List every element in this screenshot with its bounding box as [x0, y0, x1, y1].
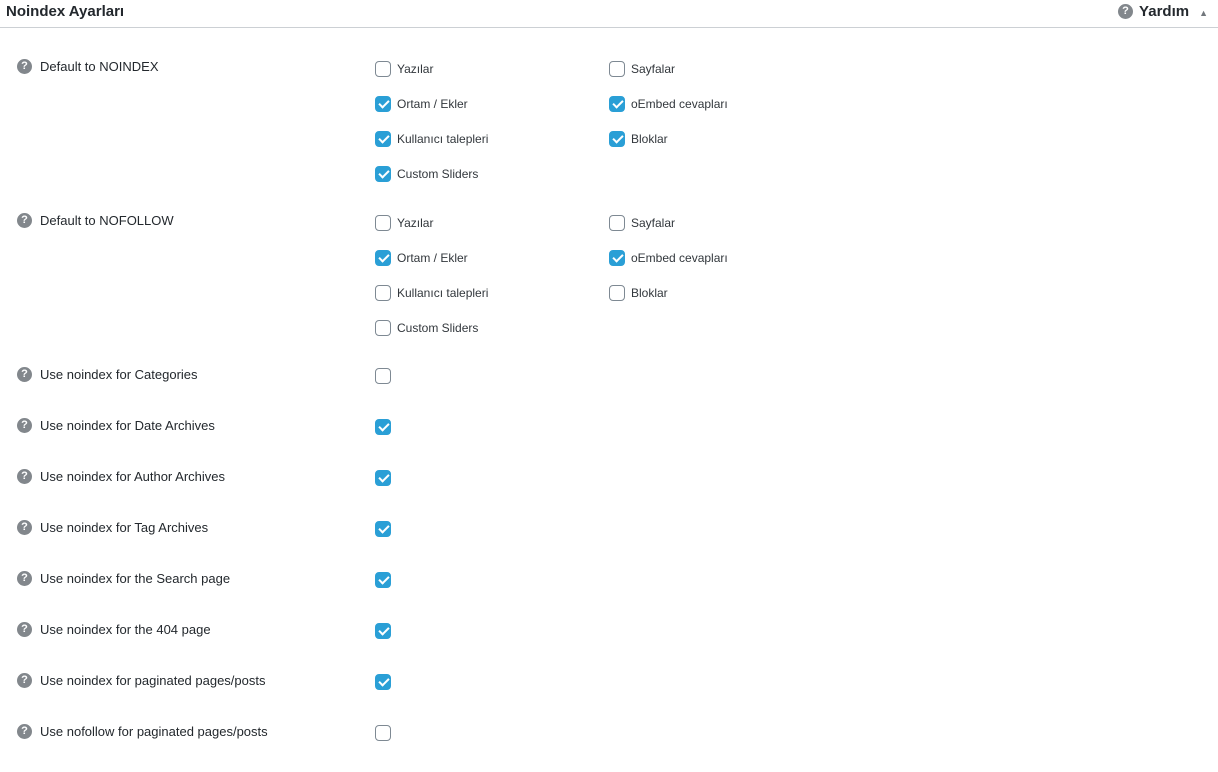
setting-checkbox[interactable]	[375, 521, 391, 537]
noindex-checkbox[interactable]	[375, 96, 391, 112]
setting-label: ? Use noindex for the 404 page	[17, 622, 211, 637]
question-circle-icon: ?	[1118, 4, 1134, 19]
panel-header: Noindex Ayarları ? Yardım ▲	[0, 0, 1218, 28]
setting-label: ? Use noindex for the Search page	[17, 571, 230, 586]
setting-label-text: Use nofollow for paginated pages/posts	[40, 724, 268, 739]
noindex-option-label: Sayfalar	[631, 62, 676, 76]
setting-label-text: Use noindex for the Search page	[40, 571, 231, 586]
nofollow-option-label: Kullanıcı talepleri	[397, 286, 489, 300]
setting-checkbox[interactable]	[375, 725, 391, 741]
setting-label: ? Use noindex for Date Archives	[17, 418, 215, 433]
setting-label: ? Use noindex for Categories	[17, 367, 198, 382]
noindex-option-label: Kullanıcı talepleri	[397, 132, 489, 146]
question-circle-icon[interactable]: ?	[17, 59, 32, 74]
setting-checkbox[interactable]	[375, 623, 391, 639]
nofollow-option[interactable]: Sayfalar	[609, 215, 675, 231]
nofollow-option[interactable]: Yazılar	[375, 215, 433, 231]
setting-label-text: Use noindex for Tag Archives	[40, 520, 209, 535]
noindex-group-text: Default to NOINDEX	[40, 59, 159, 74]
nofollow-checkbox[interactable]	[609, 215, 625, 231]
nofollow-checkbox[interactable]	[375, 320, 391, 336]
triangle-up-icon[interactable]: ▲	[1199, 8, 1208, 18]
nofollow-option-label: Yazılar	[397, 216, 434, 230]
noindex-option-label: Ortam / Ekler	[397, 97, 468, 111]
setting-checkbox[interactable]	[375, 674, 391, 690]
setting-label: ? Use noindex for Tag Archives	[17, 520, 208, 535]
nofollow-option-label: Bloklar	[631, 286, 668, 300]
question-circle-icon[interactable]: ?	[17, 213, 32, 228]
nofollow-group-label: ? Default to NOFOLLOW	[17, 213, 174, 228]
nofollow-option[interactable]: oEmbed cevapları	[609, 250, 728, 266]
nofollow-checkbox[interactable]	[609, 250, 625, 266]
noindex-option-label: Yazılar	[397, 62, 434, 76]
nofollow-checkbox[interactable]	[375, 215, 391, 231]
question-circle-icon[interactable]: ?	[17, 724, 32, 739]
setting-label: ? Use noindex for paginated pages/posts	[17, 673, 266, 688]
setting-label: ? Use noindex for Author Archives	[17, 469, 225, 484]
nofollow-option-label: Sayfalar	[631, 216, 676, 230]
setting-checkbox[interactable]	[375, 572, 391, 588]
question-circle-icon[interactable]: ?	[17, 418, 32, 433]
noindex-option[interactable]: oEmbed cevapları	[609, 96, 728, 112]
help-label: Yardım	[1139, 3, 1190, 20]
setting-label-text: Use noindex for Date Archives	[40, 418, 215, 433]
setting-label-text: Use noindex for Author Archives	[40, 469, 225, 484]
noindex-option-label: oEmbed cevapları	[631, 97, 728, 111]
setting-checkbox[interactable]	[375, 470, 391, 486]
setting-label-text: Use noindex for the 404 page	[40, 622, 211, 637]
question-circle-icon[interactable]: ?	[17, 469, 32, 484]
noindex-option-label: Custom Sliders	[397, 167, 479, 181]
noindex-checkbox[interactable]	[375, 61, 391, 77]
nofollow-option-label: oEmbed cevapları	[631, 251, 728, 265]
setting-label-text: Use noindex for Categories	[40, 367, 198, 382]
nofollow-option[interactable]: Kullanıcı talepleri	[375, 285, 488, 301]
noindex-checkbox[interactable]	[609, 96, 625, 112]
setting-label-text: Use noindex for paginated pages/posts	[40, 673, 266, 688]
question-circle-icon[interactable]: ?	[17, 673, 32, 688]
nofollow-group-text: Default to NOFOLLOW	[40, 213, 174, 228]
noindex-option[interactable]: Bloklar	[609, 131, 668, 147]
nofollow-option-label: Custom Sliders	[397, 321, 479, 335]
question-circle-icon[interactable]: ?	[17, 367, 32, 382]
noindex-option[interactable]: Kullanıcı talepleri	[375, 131, 488, 147]
setting-label: ? Use nofollow for paginated pages/posts	[17, 724, 268, 739]
nofollow-option-label: Ortam / Ekler	[397, 251, 468, 265]
nofollow-option[interactable]: Bloklar	[609, 285, 668, 301]
help-toggle-button[interactable]: ? Yardım ▲	[1118, 3, 1208, 20]
noindex-option[interactable]: Sayfalar	[609, 61, 675, 77]
nofollow-checkbox[interactable]	[609, 285, 625, 301]
noindex-group-label: ? Default to NOINDEX	[17, 59, 159, 74]
setting-checkbox[interactable]	[375, 419, 391, 435]
nofollow-checkbox[interactable]	[375, 285, 391, 301]
question-circle-icon[interactable]: ?	[17, 571, 32, 586]
noindex-checkbox[interactable]	[609, 131, 625, 147]
nofollow-checkbox[interactable]	[375, 250, 391, 266]
panel-title: Noindex Ayarları	[6, 3, 125, 20]
noindex-option[interactable]: Yazılar	[375, 61, 433, 77]
nofollow-option[interactable]: Ortam / Ekler	[375, 250, 468, 266]
question-circle-icon[interactable]: ?	[17, 622, 32, 637]
noindex-checkbox[interactable]	[609, 61, 625, 77]
noindex-option[interactable]: Ortam / Ekler	[375, 96, 468, 112]
nofollow-option[interactable]: Custom Sliders	[375, 320, 478, 336]
noindex-option-label: Bloklar	[631, 132, 668, 146]
noindex-checkbox[interactable]	[375, 166, 391, 182]
noindex-checkbox[interactable]	[375, 131, 391, 147]
question-circle-icon[interactable]: ?	[17, 520, 32, 535]
setting-checkbox[interactable]	[375, 368, 391, 384]
noindex-option[interactable]: Custom Sliders	[375, 166, 478, 182]
